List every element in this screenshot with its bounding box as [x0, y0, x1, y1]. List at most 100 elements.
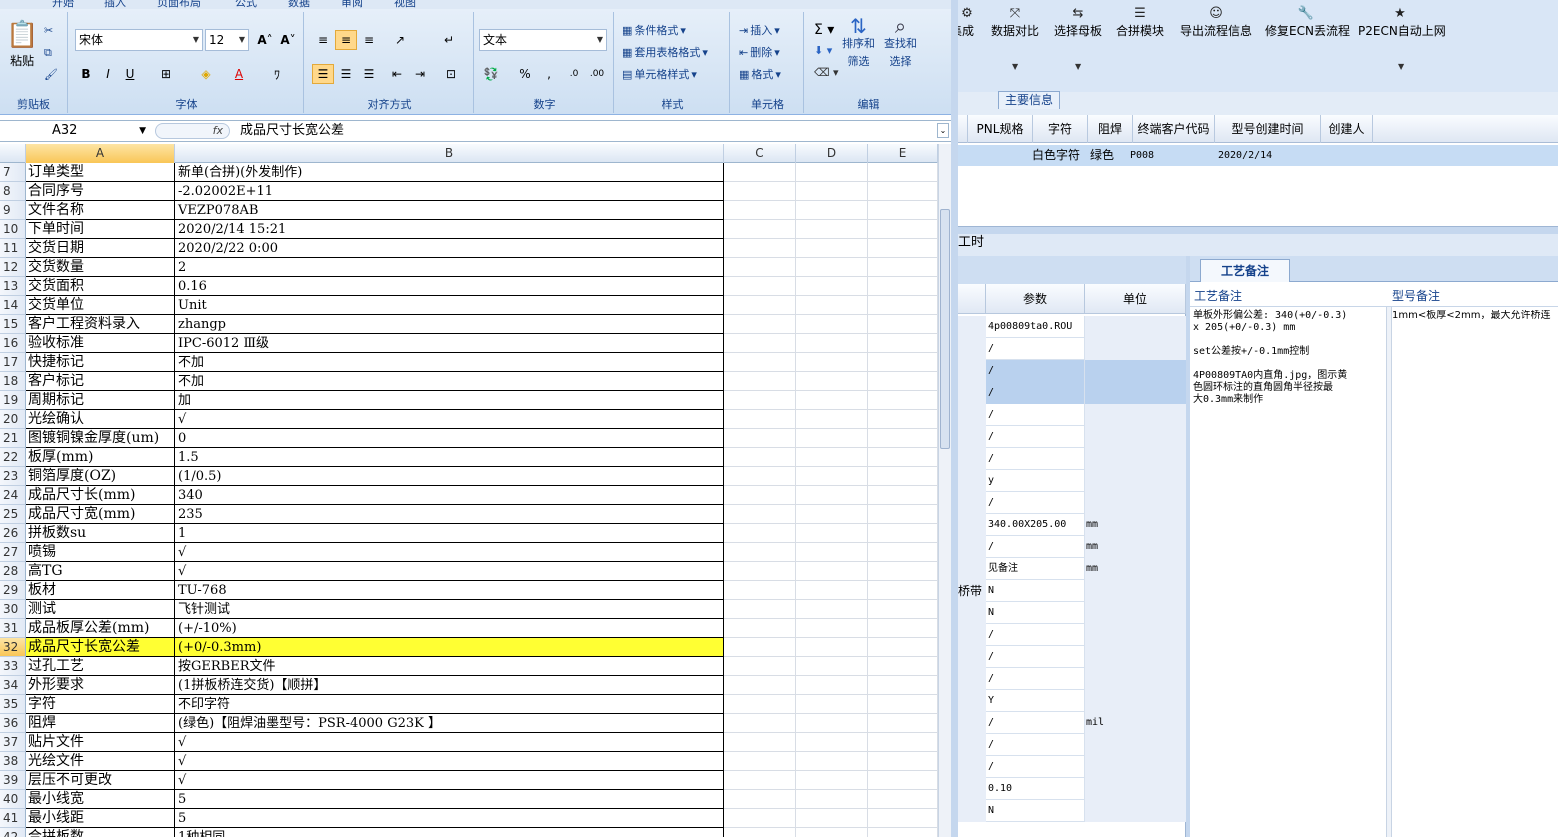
param-unit-cell[interactable] — [1085, 382, 1186, 404]
param-unit-cell[interactable]: mm — [1085, 514, 1186, 536]
bold-button[interactable]: B — [75, 64, 97, 84]
align-right-icon[interactable]: ☰ — [358, 64, 380, 84]
cell-a[interactable]: 拼板数su — [26, 524, 175, 543]
toolbar-button-0[interactable]: ⚙集成▼ — [958, 6, 978, 39]
cell-a[interactable]: 测试 — [26, 600, 175, 619]
cell-a[interactable]: 图镀铜镍金厚度(um) — [26, 429, 175, 448]
cell-a[interactable]: 成品尺寸长宽公差 — [26, 638, 175, 657]
list-item[interactable]: 4p00809ta0.ROU — [958, 316, 1186, 338]
list-item[interactable]: N — [958, 602, 1186, 624]
main-info-section-title[interactable]: 主要信息 — [998, 91, 1060, 109]
list-item[interactable]: / — [958, 382, 1186, 404]
row-header[interactable]: 10 — [0, 220, 26, 239]
cell-b[interactable]: √ — [175, 410, 724, 429]
list-item[interactable]: / mil — [958, 712, 1186, 734]
empty-cells[interactable] — [724, 372, 938, 391]
param-value-cell[interactable]: / — [986, 338, 1085, 360]
row-header[interactable]: 25 — [0, 505, 26, 524]
autosum-icon[interactable]: Σ ▾ — [814, 22, 834, 38]
empty-cells[interactable] — [724, 182, 938, 201]
cell-a[interactable]: 光绘文件 — [26, 752, 175, 771]
cell-b[interactable]: 235 — [175, 505, 724, 524]
cell-a[interactable]: 最小线宽 — [26, 790, 175, 809]
percent-icon[interactable]: % — [514, 64, 536, 84]
row-header[interactable]: 29 — [0, 581, 26, 600]
empty-cells[interactable] — [724, 486, 938, 505]
row-header[interactable]: 32 — [0, 638, 26, 657]
param-value-cell[interactable]: y — [986, 470, 1085, 492]
row-header[interactable]: 19 — [0, 391, 26, 410]
row-header[interactable]: 33 — [0, 657, 26, 676]
cell-a[interactable]: 下单时间 — [26, 220, 175, 239]
increase-decimal-icon[interactable]: .0 — [563, 64, 585, 84]
cell-a[interactable]: 文件名称 — [26, 201, 175, 220]
row-header[interactable]: 15 — [0, 315, 26, 334]
row-header[interactable]: 23 — [0, 467, 26, 486]
header-solder-mask[interactable]: 阻焊 — [1088, 115, 1133, 143]
empty-cells[interactable] — [724, 315, 938, 334]
row-header[interactable]: 21 — [0, 429, 26, 448]
cell-a[interactable]: 合同序号 — [26, 182, 175, 201]
cell-b[interactable]: 2020/2/14 15:21 — [175, 220, 724, 239]
cell-a[interactable]: 贴片文件 — [26, 733, 175, 752]
find-select-button[interactable]: ⌕ 查找和 选择 — [884, 16, 917, 70]
cell-b[interactable]: (绿色)【阻焊油墨型号：PSR-4000 G23K 】 — [175, 714, 724, 733]
empty-cells[interactable] — [724, 657, 938, 676]
cell-b[interactable]: 新单(合拼)(外发制作) — [175, 163, 724, 182]
underline-button[interactable]: U — [119, 64, 141, 84]
param-unit-cell[interactable] — [1085, 580, 1186, 602]
comma-icon[interactable]: , — [538, 64, 560, 84]
param-unit-cell[interactable] — [1085, 668, 1186, 690]
copy-icon[interactable]: ⧉ — [44, 46, 52, 60]
param-unit-cell[interactable] — [1085, 800, 1186, 822]
phonetic-icon[interactable]: ﾜ — [266, 64, 288, 84]
param-value-cell[interactable]: / — [986, 382, 1085, 404]
row-header[interactable]: 24 — [0, 486, 26, 505]
row-header[interactable]: 41 — [0, 809, 26, 828]
row-header[interactable]: 9 — [0, 201, 26, 220]
grow-font-icon[interactable]: A ˄ — [254, 30, 276, 50]
cell-a[interactable]: 板厚(mm) — [26, 448, 175, 467]
row-header[interactable]: 27 — [0, 543, 26, 562]
empty-cells[interactable] — [724, 638, 938, 657]
column-header-b[interactable]: B — [175, 144, 724, 163]
list-item[interactable]: / — [958, 734, 1186, 756]
toolbar-button-6[interactable]: ★ P2ECN自动上网 ▼ — [1358, 6, 1446, 71]
cell-b[interactable]: √ — [175, 543, 724, 562]
cell-b[interactable]: (1/0.5) — [175, 467, 724, 486]
cell-a[interactable]: 阻焊 — [26, 714, 175, 733]
param-value-cell[interactable]: N — [986, 602, 1085, 624]
cell-a[interactable]: 交货面积 — [26, 277, 175, 296]
empty-cells[interactable] — [724, 562, 938, 581]
delete-cells-button[interactable]: ⇤ 删除 ▾ — [739, 44, 780, 60]
format-painter-icon[interactable]: 🖌 — [44, 68, 58, 81]
empty-cells[interactable] — [724, 429, 938, 448]
param-value-cell[interactable]: / — [986, 756, 1085, 778]
cell-b[interactable]: 0 — [175, 429, 724, 448]
cell-b[interactable]: 1 — [175, 524, 724, 543]
insert-cells-button[interactable]: ⇥ 插入 ▾ — [739, 22, 780, 38]
cell-a[interactable]: 字符 — [26, 695, 175, 714]
param-unit-cell[interactable] — [1085, 602, 1186, 624]
cell-a[interactable]: 光绘确认 — [26, 410, 175, 429]
param-value-cell[interactable]: / — [986, 668, 1085, 690]
row-header[interactable]: 12 — [0, 258, 26, 277]
param-value-cell[interactable]: 0.10 — [986, 778, 1085, 800]
empty-cells[interactable] — [724, 790, 938, 809]
cell-a[interactable]: 成品尺寸宽(mm) — [26, 505, 175, 524]
row-header[interactable]: 35 — [0, 695, 26, 714]
header-character[interactable]: 字符 — [1033, 115, 1088, 143]
row-header[interactable]: 16 — [0, 334, 26, 353]
empty-cells[interactable] — [724, 714, 938, 733]
shrink-font-icon[interactable]: A ˅ — [277, 30, 299, 50]
cell-a[interactable]: 交货数量 — [26, 258, 175, 277]
fill-color-icon[interactable]: ◈ — [195, 64, 217, 84]
param-value-cell[interactable]: N — [986, 580, 1085, 602]
param-value-cell[interactable]: 见备注 — [986, 558, 1085, 580]
empty-cells[interactable] — [724, 239, 938, 258]
param-value-cell[interactable]: / — [986, 426, 1085, 448]
cell-b[interactable]: 2 — [175, 258, 724, 277]
cell-b[interactable]: 按GERBER文件 — [175, 657, 724, 676]
row-header[interactable]: 38 — [0, 752, 26, 771]
empty-cells[interactable] — [724, 809, 938, 828]
